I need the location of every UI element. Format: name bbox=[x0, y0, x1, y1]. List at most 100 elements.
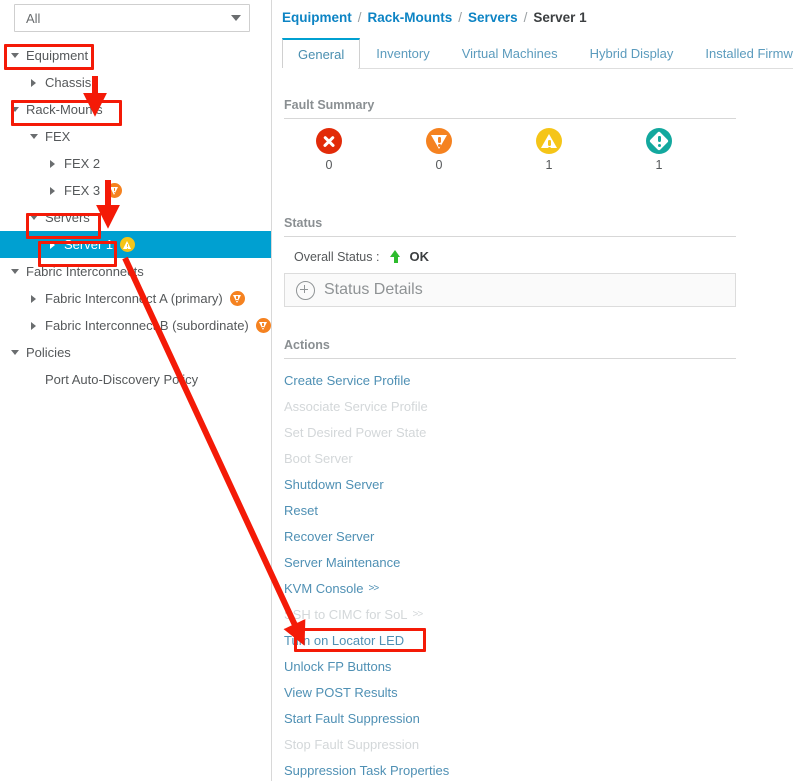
critical-fault-icon bbox=[316, 128, 342, 154]
breadcrumb-separator: / bbox=[357, 10, 362, 25]
action-recover-server[interactable]: Recover Server bbox=[284, 530, 374, 544]
tree-item-rack-mounts[interactable]: Rack-Mounts bbox=[0, 96, 271, 123]
tree-item-label: FEX 2 bbox=[64, 156, 101, 171]
fault-summary-critical[interactable]: 0 bbox=[299, 128, 359, 172]
action-label: Suppression Task Properties bbox=[284, 763, 450, 778]
chevron-down-icon[interactable] bbox=[8, 107, 21, 112]
chevron-right-icon[interactable] bbox=[46, 240, 59, 249]
tree-item-server-1[interactable]: Server 1 bbox=[0, 231, 271, 258]
tree-item-port-auto-discovery-policy[interactable]: Port Auto-Discovery Policy bbox=[0, 366, 271, 393]
breadcrumb-item-rack-mounts[interactable]: Rack-Mounts bbox=[368, 10, 453, 25]
minor-fault-icon bbox=[536, 128, 562, 154]
action-reset[interactable]: Reset bbox=[284, 504, 318, 518]
action-label: SSH to CIMC for SoL bbox=[284, 607, 408, 622]
action-label: KVM Console bbox=[284, 581, 364, 596]
tab-underline-mask bbox=[282, 68, 358, 69]
tree-item-policies[interactable]: Policies bbox=[0, 339, 271, 366]
tree-item-fabric-interconnects[interactable]: Fabric Interconnects bbox=[0, 258, 271, 285]
tab-general[interactable]: General bbox=[282, 38, 361, 68]
fault-summary-major[interactable]: 0 bbox=[409, 128, 469, 172]
chevron-down-icon[interactable] bbox=[8, 269, 21, 274]
tree-item-label: Port Auto-Discovery Policy bbox=[45, 372, 199, 387]
warning-fault-icon bbox=[646, 128, 672, 154]
chevron-down-icon[interactable] bbox=[27, 215, 40, 220]
tab-underline bbox=[282, 68, 793, 69]
tree-item-equipment[interactable]: Equipment bbox=[0, 42, 271, 69]
tab-bar: General Inventory Virtual Machines Hybrid D… bbox=[282, 38, 793, 68]
minor-fault-badge-icon bbox=[120, 237, 136, 252]
double-chevron-right-icon: >> bbox=[412, 609, 424, 620]
action-kvm-console[interactable]: KVM Console >> bbox=[284, 581, 379, 596]
action-view-post-results[interactable]: View POST Results bbox=[284, 686, 398, 700]
breadcrumb-item-servers[interactable]: Servers bbox=[468, 10, 518, 25]
tree-item-label: Fabric Interconnects bbox=[26, 264, 144, 279]
action-unlock-fp-buttons[interactable]: Unlock FP Buttons bbox=[284, 660, 391, 674]
chevron-right-icon[interactable] bbox=[27, 294, 40, 303]
action-stop-fault-suppression: Stop Fault Suppression bbox=[284, 738, 419, 752]
action-suppression-task-properties[interactable]: Suppression Task Properties bbox=[284, 764, 449, 778]
action-label: Recover Server bbox=[284, 529, 375, 544]
action-label: Server Maintenance bbox=[284, 555, 401, 570]
action-create-service-profile[interactable]: Create Service Profile bbox=[284, 374, 410, 388]
action-server-maintenance[interactable]: Server Maintenance bbox=[284, 556, 400, 570]
breadcrumb-separator: / bbox=[523, 10, 528, 25]
major-fault-badge-icon bbox=[107, 183, 123, 198]
tab-label: General bbox=[298, 46, 345, 62]
plus-circle-icon[interactable] bbox=[296, 280, 315, 300]
fault-count: 0 bbox=[435, 158, 443, 172]
major-fault-icon bbox=[426, 128, 452, 154]
tab-installed-firmware[interactable]: Installed Firmware bbox=[689, 38, 793, 68]
fault-summary-warning[interactable]: 1 bbox=[629, 128, 689, 172]
actions-title: Actions bbox=[284, 338, 330, 352]
action-label: Set Desired Power State bbox=[284, 425, 427, 440]
tree-item-fabric-interconnect-b-subordinate[interactable]: Fabric Interconnect B (subordinate) bbox=[0, 312, 271, 339]
chevron-right-icon[interactable] bbox=[46, 159, 59, 168]
tab-label: Hybrid Display bbox=[589, 46, 674, 61]
action-label: Stop Fault Suppression bbox=[284, 737, 420, 752]
tree-item-fex-2[interactable]: FEX 2 bbox=[0, 150, 271, 177]
tree-item-servers[interactable]: Servers bbox=[0, 204, 271, 231]
action-boot-server: Boot Server bbox=[284, 452, 353, 466]
chevron-right-icon[interactable] bbox=[27, 78, 40, 87]
breadcrumb-item-equipment[interactable]: Equipment bbox=[282, 10, 352, 25]
chevron-down-icon[interactable] bbox=[8, 53, 21, 58]
tree-item-fabric-interconnect-a-primary[interactable]: Fabric Interconnect A (primary) bbox=[0, 285, 271, 312]
tree-item-label: Servers bbox=[45, 210, 90, 225]
fault-summary-minor[interactable]: 1 bbox=[519, 128, 579, 172]
tree-item-label: Equipment bbox=[26, 48, 89, 63]
action-label: Create Service Profile bbox=[284, 373, 411, 388]
chevron-down-icon[interactable] bbox=[8, 350, 21, 355]
major-fault-badge-icon bbox=[229, 291, 245, 306]
chevron-right-icon[interactable] bbox=[46, 186, 59, 195]
tree-filter-box[interactable]: All bbox=[14, 4, 250, 32]
tree-item-label: FEX 3 bbox=[64, 183, 101, 198]
action-shutdown-server[interactable]: Shutdown Server bbox=[284, 478, 384, 492]
tree-item-label: Policies bbox=[26, 345, 71, 360]
action-start-fault-suppression[interactable]: Start Fault Suppression bbox=[284, 712, 420, 726]
overall-status-label: Overall Status : bbox=[294, 249, 380, 264]
overall-status-value: OK bbox=[409, 249, 429, 264]
chevron-down-icon[interactable] bbox=[27, 134, 40, 139]
tab-label: Inventory bbox=[376, 46, 430, 61]
tree-item-label: Chassis bbox=[45, 75, 92, 90]
tree-item-fex-3[interactable]: FEX 3 bbox=[0, 177, 271, 204]
status-details-expander[interactable]: Status Details bbox=[284, 273, 736, 307]
tree-filter-select[interactable]: All bbox=[14, 4, 250, 32]
tree-item-chassis[interactable]: Chassis bbox=[0, 69, 271, 96]
action-label: Start Fault Suppression bbox=[284, 711, 420, 726]
fault-count: 0 bbox=[325, 158, 333, 172]
tab-label: Virtual Machines bbox=[461, 46, 558, 61]
action-label: Reset bbox=[284, 503, 318, 518]
green-up-arrow-icon bbox=[390, 250, 401, 263]
chevron-right-icon[interactable] bbox=[27, 321, 40, 330]
tab-virtual-machines[interactable]: Virtual Machines bbox=[446, 38, 574, 68]
navigation-pane: All Equipment Chassis Rack-Mounts FEX FEX 2 F… bbox=[0, 0, 272, 781]
tree-item-fex[interactable]: FEX bbox=[0, 123, 271, 150]
action-label: Shutdown Server bbox=[284, 477, 384, 492]
tab-inventory[interactable]: Inventory bbox=[360, 38, 445, 68]
fault-summary-title: Fault Summary bbox=[284, 98, 375, 112]
tab-hybrid-display[interactable]: Hybrid Display bbox=[574, 38, 690, 68]
major-fault-badge-icon bbox=[255, 318, 271, 333]
action-turn-on-locator-led[interactable]: Turn on Locator LED bbox=[284, 634, 404, 648]
tree-item-label: Server 1 bbox=[64, 237, 114, 252]
